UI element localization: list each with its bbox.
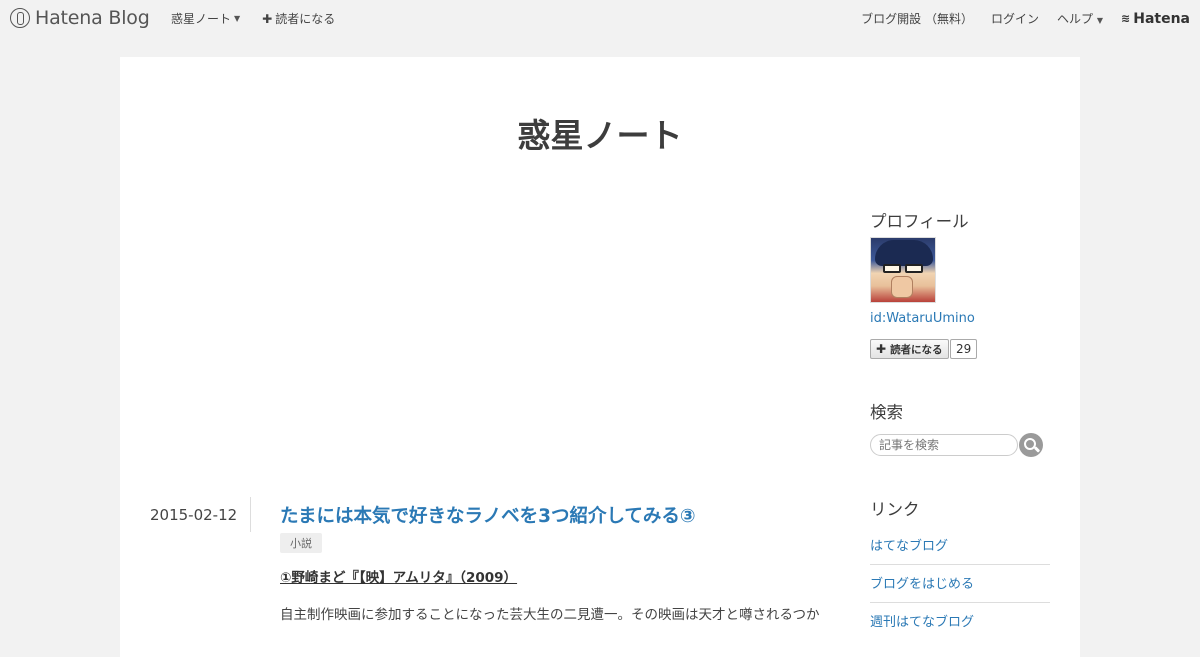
subscribe-button[interactable]: ✚ 読者になる — [870, 339, 949, 359]
sidebar-link-start-blog[interactable]: ブログをはじめる — [870, 573, 1050, 603]
sidebar-link-hatena-blog[interactable]: はてなブログ — [870, 535, 1050, 565]
open-blog-link[interactable]: ブログ開設 （無料） — [861, 10, 973, 27]
subscribe-link-label: 読者になる — [275, 12, 336, 26]
global-header: Hatena Blog 惑星ノート ▼ ✚ 読者になる ブログ開設 （無料） ロ… — [0, 0, 1200, 36]
subscribe-link[interactable]: ✚ 読者になる — [262, 10, 335, 27]
sidebar-link-weekly[interactable]: 週刊はてなブログ — [870, 611, 1050, 640]
hatena-blog-icon — [10, 8, 30, 28]
entry-date[interactable]: 2015-02-12 — [150, 506, 237, 524]
avatar[interactable] — [870, 237, 936, 303]
user-id-link[interactable]: id:WataruUmino — [870, 311, 975, 326]
date-divider — [250, 497, 251, 532]
hatena-logo-label: Hatena — [1133, 10, 1190, 27]
subscribe-button-label: 読者になる — [890, 343, 943, 356]
hatena-blog-logo[interactable]: Hatena Blog — [10, 7, 150, 29]
brand-label: Hatena Blog — [35, 7, 150, 29]
caret-down-icon: ▼ — [234, 14, 241, 23]
help-menu[interactable]: ヘルプ ▼ — [1057, 10, 1103, 27]
blog-title[interactable]: 惑星ノート — [120, 109, 1080, 157]
blog-menu[interactable]: 惑星ノート ▼ — [171, 10, 240, 27]
header-left-nav: 惑星ノート ▼ ✚ 読者になる — [171, 10, 335, 27]
hatena-logo[interactable]: ≋ Hatena — [1121, 11, 1190, 27]
search-button[interactable] — [1019, 433, 1043, 457]
login-link[interactable]: ログイン — [991, 10, 1039, 27]
links-heading: リンク — [870, 500, 920, 519]
caret-down-icon: ▼ — [1096, 16, 1104, 25]
header-right-nav: ブログ開設 （無料） ログイン ヘルプ ▼ ≋ Hatena — [861, 10, 1190, 27]
entry-body-text: 自主制作映画に参加することになった芸大生の二見遭一。その映画は天才と噂されるつか — [280, 607, 820, 623]
search-input[interactable] — [870, 434, 1018, 456]
help-menu-label: ヘルプ — [1057, 12, 1094, 26]
search-heading: 検索 — [870, 403, 903, 422]
hatena-wave-icon: ≋ — [1121, 12, 1131, 25]
blog-menu-label: 惑星ノート — [171, 12, 232, 26]
subscriber-count[interactable]: 29 — [950, 339, 978, 359]
entry-subheading: ①野崎まど『【映】アムリタ』（2009） — [280, 570, 518, 586]
plus-icon: ✚ — [262, 11, 273, 26]
profile-heading: プロフィール — [870, 212, 969, 231]
blog-page: 惑星ノート 2015-02-12 たまには本気で好きなラノベを3つ紹介してみる③… — [120, 57, 1080, 657]
entry-title[interactable]: たまには本気で好きなラノベを3つ紹介してみる③ — [280, 502, 696, 528]
category-tag[interactable]: 小説 — [280, 533, 322, 553]
plus-icon: ✚ — [876, 342, 887, 356]
